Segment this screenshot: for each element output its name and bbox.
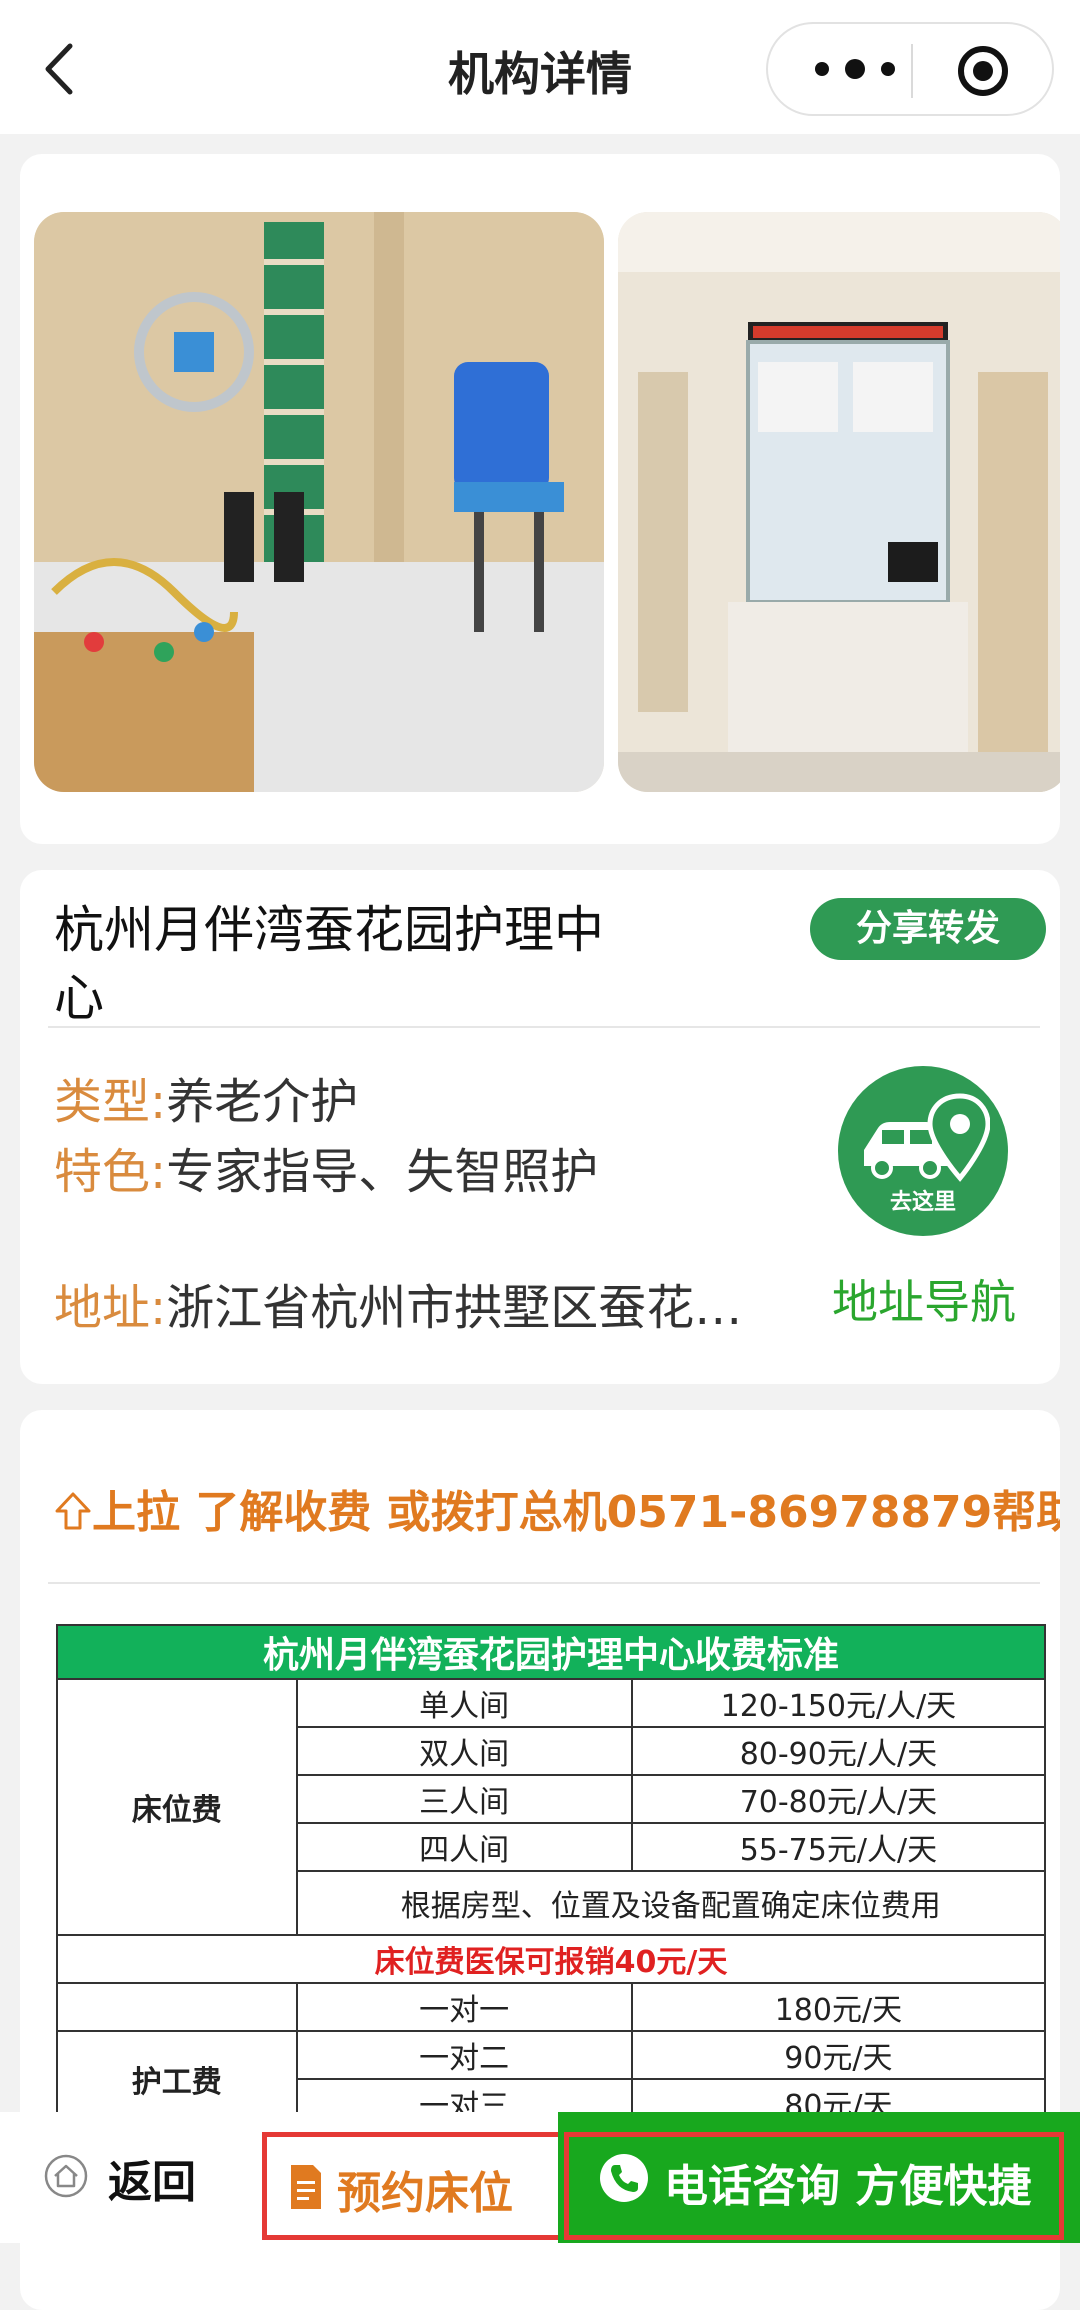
- divider: [48, 1582, 1040, 1584]
- document-icon: [291, 2165, 321, 2209]
- type-row: 类型:养老介护: [54, 1062, 358, 1132]
- room-price: 120-150元/人/天: [630, 1678, 1047, 1728]
- insurance-note: 床位费医保可报销40元/天: [56, 1934, 1046, 1984]
- pull-up-hint-text: 上拉 了解收费 或拨打总机0571-86978879帮助: [92, 1487, 1060, 1538]
- care-price: 180元/天: [630, 1982, 1047, 2032]
- care-price: 90元/天: [630, 2030, 1047, 2080]
- book-bed-label: 预约床位: [337, 2168, 513, 2219]
- pull-up-hint: 上拉 了解收费 或拨打总机0571-86978879帮助: [54, 1476, 1060, 1540]
- phone-consult-button[interactable]: 电话咨询 方便快捷: [558, 2112, 1080, 2243]
- rehab-room-photo[interactable]: [34, 212, 604, 792]
- type-value: 养老介护: [166, 1074, 359, 1130]
- target-circle-icon[interactable]: [956, 44, 1010, 98]
- mini-program-capsule: [766, 22, 1054, 116]
- arrow-up-icon: [55, 1492, 91, 1530]
- room-price: 80-90元/人/天: [630, 1726, 1047, 1776]
- divider: [48, 1026, 1040, 1028]
- photo-carousel[interactable]: [20, 154, 1060, 844]
- feature-label: 特色:: [54, 1144, 167, 1200]
- bottom-action-bar: 返回 预约床位 电话咨询 方便快捷: [0, 2112, 1080, 2243]
- home-icon[interactable]: [44, 2154, 88, 2198]
- address-row: 地址:浙江省杭州市拱墅区蚕花…: [54, 1268, 814, 1338]
- phone-consult-label: 电话咨询 方便快捷: [664, 2161, 1032, 2212]
- bed-fee-label: 床位费: [56, 1678, 298, 1936]
- feature-row: 特色:专家指导、失智照护: [54, 1132, 598, 1202]
- address-value: 浙江省杭州市拱墅区蚕花…: [166, 1280, 743, 1336]
- room-type: 双人间: [295, 1726, 633, 1776]
- back-button[interactable]: 返回: [108, 2146, 196, 2210]
- phone-icon: [600, 2154, 648, 2202]
- fee-table: 杭州月伴湾蚕花园护理中心收费标准 床位费 单人间 120-150元/人/天 双人…: [56, 1624, 1047, 2128]
- bed-fee-note: 根据房型、位置及设备配置确定床位费用: [295, 1870, 1046, 1936]
- capsule-divider: [911, 44, 913, 98]
- address-label: 地址:: [54, 1280, 167, 1336]
- type-label: 类型:: [54, 1074, 167, 1130]
- room-type: 单人间: [295, 1678, 633, 1728]
- feature-value: 专家指导、失智照护: [166, 1144, 599, 1200]
- institution-name: 杭州月伴湾蚕花园护理中心: [54, 901, 604, 1027]
- care-ratio: 一对一: [295, 1982, 633, 2032]
- car-location-icon: [864, 1093, 990, 1182]
- fee-table-title: 杭州月伴湾蚕花园护理中心收费标准: [56, 1624, 1046, 1680]
- care-ratio: 一对二: [295, 2030, 633, 2080]
- share-button[interactable]: 分享转发: [810, 898, 1046, 960]
- go-here-label: 去这里: [889, 1190, 956, 1215]
- blank-cell: [56, 1982, 298, 2032]
- reception-counter-photo[interactable]: [618, 212, 1060, 792]
- book-bed-button[interactable]: 预约床位: [262, 2132, 564, 2240]
- top-nav-bar: 机构详情: [0, 0, 1080, 134]
- room-price: 55-75元/人/天: [630, 1822, 1047, 1872]
- go-here-button[interactable]: 去这里: [838, 1066, 1008, 1236]
- institution-info-card: 杭州月伴湾蚕花园护理中心 分享转发 类型:养老介护 特色:专家指导、失智照护 地…: [20, 870, 1060, 1384]
- room-type: 四人间: [295, 1822, 633, 1872]
- more-dots-icon[interactable]: [810, 49, 900, 89]
- room-price: 70-80元/人/天: [630, 1774, 1047, 1824]
- address-navigation-link[interactable]: 地址导航: [832, 1266, 1016, 1332]
- room-type: 三人间: [295, 1774, 633, 1824]
